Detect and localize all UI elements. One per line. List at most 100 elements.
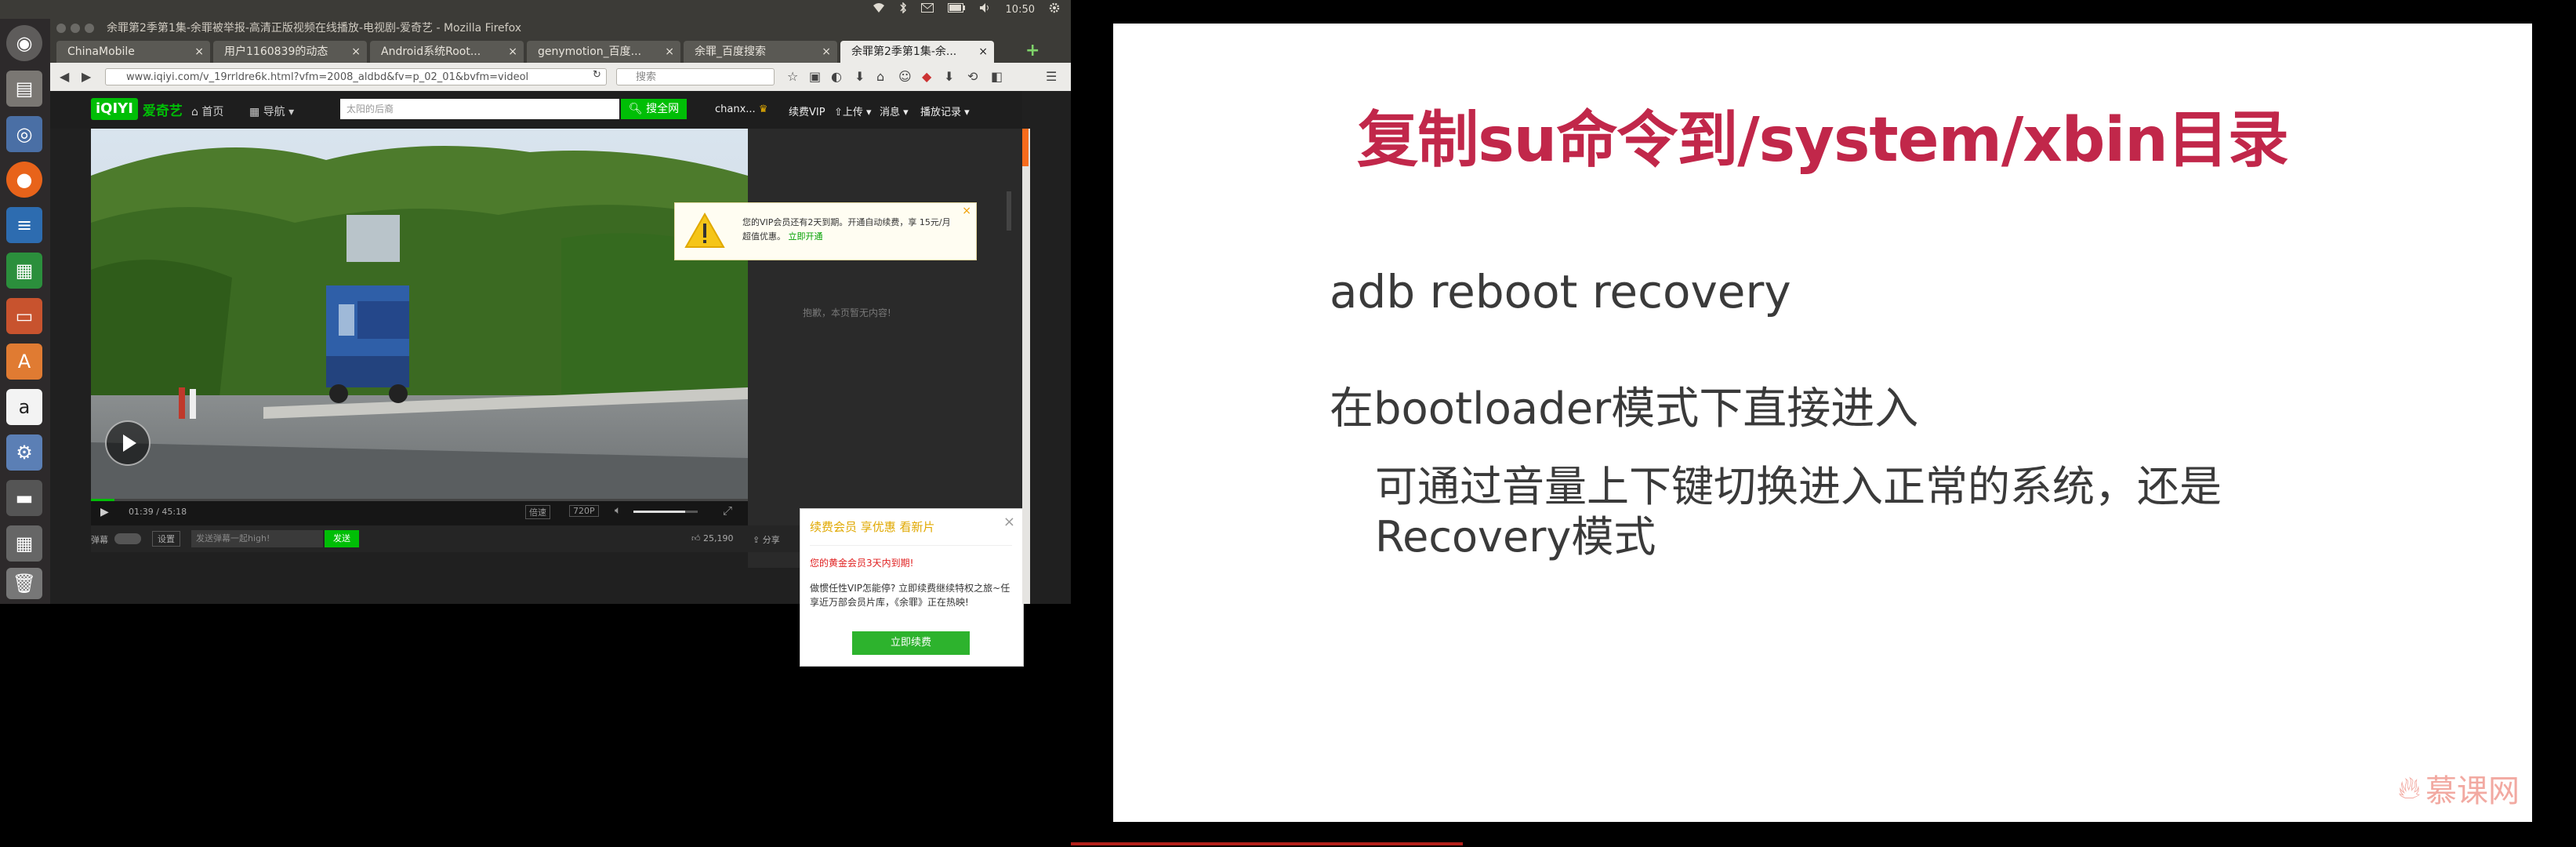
renew-now-button[interactable]: 立即续费 bbox=[852, 631, 970, 655]
forward-icon[interactable]: ▶ bbox=[82, 69, 91, 84]
tab-yuzui-search[interactable]: 余罪_百度搜索 × bbox=[684, 41, 837, 63]
page-scrollbar[interactable] bbox=[1022, 129, 1030, 604]
reload-icon[interactable]: ↻ bbox=[593, 69, 601, 81]
download-arrow-icon[interactable]: ⬇ bbox=[944, 69, 954, 84]
history-menu[interactable]: 播放记录 ▾ bbox=[920, 104, 970, 118]
play-icon[interactable]: ▶ bbox=[100, 506, 109, 518]
web-page: iQIYI 爱奇艺 ⌂ 首页 ▦ 导航 ▾ 太阳的后裔 🔍︎ 搜全网 chanx… bbox=[50, 91, 1071, 667]
video-player[interactable] bbox=[91, 129, 748, 499]
tab-chinamobile[interactable]: ChinaMobile × bbox=[56, 41, 210, 63]
downloads-icon[interactable]: ⬇ bbox=[854, 69, 865, 84]
amazon-icon[interactable]: a bbox=[6, 389, 42, 425]
close-tab-icon[interactable]: × bbox=[822, 41, 831, 63]
gear-icon[interactable] bbox=[1049, 2, 1060, 16]
close-tab-icon[interactable]: × bbox=[508, 41, 517, 63]
back-icon[interactable]: ◀ bbox=[60, 69, 69, 84]
chat-icon[interactable]: ☺ bbox=[898, 69, 912, 84]
volume-fill bbox=[633, 511, 685, 513]
vip-notice-link[interactable]: 立即开通 bbox=[789, 231, 823, 242]
volume-icon[interactable] bbox=[979, 2, 992, 16]
clock-text[interactable]: 10:50 bbox=[1006, 4, 1035, 16]
workspace-icon[interactable]: ▦ bbox=[6, 525, 42, 562]
speed-button[interactable]: 倍速 bbox=[525, 505, 550, 519]
bookmark-star-icon[interactable]: ☆ bbox=[787, 69, 798, 84]
bluetooth-icon[interactable] bbox=[899, 2, 907, 16]
tab-yuzui-episode[interactable]: 余罪第2季第1集-余... × bbox=[840, 41, 994, 63]
screenshot-icon[interactable]: ◧ bbox=[991, 69, 1003, 84]
play-overlay-button[interactable] bbox=[105, 420, 151, 466]
search-bar[interactable]: 搜索 bbox=[616, 68, 775, 85]
nav-home[interactable]: ⌂ 首页 bbox=[191, 104, 223, 119]
progress-track[interactable] bbox=[91, 499, 748, 501]
battery-icon[interactable] bbox=[947, 3, 965, 16]
tab-android-root[interactable]: Android系统Root... × bbox=[370, 41, 524, 63]
iqiyi-search-input[interactable]: 太阳的后裔 bbox=[340, 99, 619, 119]
files-icon[interactable]: ▤ bbox=[6, 71, 42, 107]
wifi-icon[interactable] bbox=[873, 2, 885, 16]
iqiyi-logo[interactable]: iQIYI 爱奇艺 bbox=[91, 97, 183, 121]
close-tab-icon[interactable]: × bbox=[665, 41, 674, 63]
home-icon: ⌂ bbox=[191, 106, 202, 118]
presentation-slide: 复制su命令到/system/xbin目录 adb reboot recover… bbox=[1113, 24, 2532, 822]
danmu-label: 弹幕 bbox=[91, 535, 108, 545]
sync-icon[interactable]: ⟲ bbox=[967, 69, 978, 84]
side-panel: 抱歉，本页暂无内容! bbox=[748, 129, 1022, 568]
writer-icon[interactable]: ≡ bbox=[6, 207, 42, 243]
search-icon: 🔍︎ bbox=[628, 103, 643, 115]
maximize-window-button[interactable] bbox=[85, 24, 94, 33]
upload-icon: ⇧ bbox=[834, 107, 843, 118]
home-icon[interactable]: ⌂ bbox=[876, 69, 884, 84]
page-scroll-thumb[interactable] bbox=[1022, 129, 1029, 166]
close-icon[interactable]: × bbox=[1003, 514, 1015, 530]
tab-user-dynamic[interactable]: 用户1160839的动态 × bbox=[213, 41, 367, 63]
impress-icon[interactable]: ▭ bbox=[6, 298, 42, 334]
close-icon[interactable]: × bbox=[962, 205, 971, 217]
reading-list-icon[interactable]: ▣ bbox=[809, 69, 821, 84]
danmu-placeholder: 发送弹幕一起high! bbox=[196, 533, 270, 543]
url-bar[interactable]: www.iqiyi.com/v_19rrldre6k.html?vfm=2008… bbox=[105, 68, 607, 85]
window-titlebar: 余罪第2季第1集-余罪被举报-高清正版视频在线播放-电视剧-爱奇艺 - Mozi… bbox=[50, 19, 1071, 38]
calc-icon[interactable]: ▦ bbox=[6, 253, 42, 289]
mail-icon[interactable] bbox=[920, 3, 934, 16]
danmu-send-button[interactable]: 发送 bbox=[325, 530, 359, 547]
renew-title: 续费会员 享优惠 看新片 bbox=[810, 520, 935, 534]
drive-icon[interactable]: ▬ bbox=[6, 480, 42, 516]
new-tab-button[interactable]: + bbox=[1025, 41, 1039, 60]
disk-icon[interactable]: ◎ bbox=[6, 116, 42, 152]
volume-icon[interactable]: 🔈︎ bbox=[615, 504, 621, 517]
side-scrollbar[interactable] bbox=[1007, 191, 1011, 231]
dash-icon[interactable]: ◉ bbox=[6, 25, 42, 61]
tab-label: 余罪第2季第1集-余... bbox=[851, 45, 957, 58]
close-tab-icon[interactable]: × bbox=[194, 41, 204, 63]
share-button[interactable]: ⇪ 分享 bbox=[753, 533, 780, 546]
trash-icon[interactable]: 🗑 bbox=[6, 568, 42, 599]
close-window-button[interactable] bbox=[56, 24, 66, 33]
messages-menu[interactable]: 消息 ▾ bbox=[880, 104, 909, 118]
volume-slider[interactable] bbox=[633, 511, 698, 513]
danmu-settings-button[interactable]: 设置 bbox=[152, 531, 180, 547]
firefox-icon[interactable]: ● bbox=[6, 162, 42, 198]
software-center-icon[interactable]: A bbox=[6, 344, 42, 380]
firefox-window: 余罪第2季第1集-余罪被举报-高清正版视频在线播放-电视剧-爱奇艺 - Mozi… bbox=[50, 19, 1071, 667]
addon-icon[interactable]: ◆ bbox=[922, 69, 931, 84]
danmu-toggle[interactable] bbox=[114, 533, 141, 544]
upload-menu[interactable]: ⇧上传 ▾ bbox=[834, 104, 872, 118]
close-tab-icon[interactable]: × bbox=[351, 41, 361, 63]
tab-genymotion[interactable]: genymotion_百度... × bbox=[527, 41, 680, 63]
pocket-icon[interactable]: ◐ bbox=[831, 69, 842, 84]
minimize-window-button[interactable] bbox=[71, 24, 80, 33]
search-all-button[interactable]: 🔍︎ 搜全网 bbox=[621, 99, 687, 119]
renew-vip-link[interactable]: 续费VIP bbox=[789, 104, 825, 118]
ubuntu-top-panel: 10:50 bbox=[0, 0, 1071, 19]
danmu-input[interactable]: 发送弹幕一起high! bbox=[191, 530, 323, 547]
iqiyi-search-placeholder: 太阳的后裔 bbox=[346, 104, 394, 115]
fullscreen-icon[interactable]: ⤢ bbox=[723, 503, 732, 518]
like-button[interactable]: 👍︎ 25,190 bbox=[691, 533, 734, 543]
settings-icon[interactable]: ⚙ bbox=[6, 434, 42, 471]
close-tab-icon[interactable]: × bbox=[978, 41, 988, 63]
nav-guide[interactable]: ▦ 导航 ▾ bbox=[249, 104, 294, 119]
tab-label: ChinaMobile bbox=[67, 45, 135, 58]
menu-icon[interactable]: ☰ bbox=[1046, 69, 1057, 84]
quality-button[interactable]: 720P bbox=[569, 505, 599, 517]
user-menu[interactable]: chanx... ♛ bbox=[715, 104, 767, 115]
